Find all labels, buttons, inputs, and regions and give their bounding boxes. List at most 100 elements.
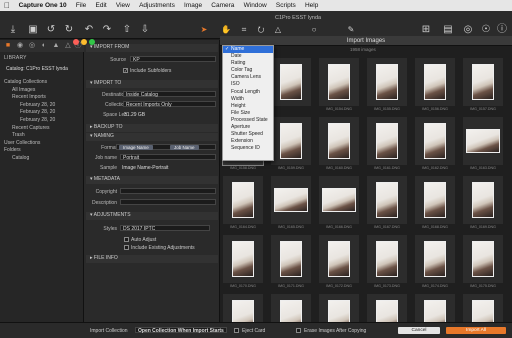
- sort-option[interactable]: ISO: [223, 81, 273, 88]
- job-name-input[interactable]: Portrait: [120, 154, 216, 161]
- library-tree-item[interactable]: User Collections: [0, 140, 84, 147]
- menu-adjustments[interactable]: Adjustments: [134, 2, 179, 9]
- apply-adjustments-icon[interactable]: ⇩: [139, 24, 151, 36]
- crop-icon[interactable]: ⌗: [238, 24, 250, 36]
- import-all-button[interactable]: Import All: [446, 327, 506, 334]
- menu-edit[interactable]: Edit: [91, 2, 111, 9]
- thumbnail[interactable]: IMG_0168.DNG: [415, 176, 455, 234]
- thumbnail[interactable]: IMG_0166.DNG: [319, 176, 359, 234]
- section-metadata[interactable]: ▾ METADATA: [86, 176, 218, 184]
- sort-option[interactable]: File Size: [223, 110, 273, 117]
- pan-icon[interactable]: ✋: [220, 24, 232, 36]
- viewer-icon[interactable]: ▤: [442, 24, 454, 36]
- sort-option[interactable]: Color Tag: [223, 67, 273, 74]
- collection-select[interactable]: Recent Imports Only: [123, 101, 216, 108]
- include-subfolders-checkbox[interactable]: ✓: [123, 68, 128, 73]
- auto-adjust-checkbox[interactable]: [124, 237, 129, 242]
- thumbnail[interactable]: IMG_0169.DNG: [463, 176, 503, 234]
- menu-file[interactable]: File: [71, 2, 91, 9]
- include-existing-checkbox[interactable]: [124, 245, 129, 250]
- library-tree-item[interactable]: February 28, 20: [0, 102, 84, 109]
- thumbnail[interactable]: IMG_0173.DNG: [367, 235, 407, 293]
- grid-icon[interactable]: ⊞: [420, 24, 432, 36]
- sort-option[interactable]: Aperture: [223, 124, 273, 131]
- format-token-image-name[interactable]: Image Name: [119, 145, 153, 150]
- rotate-icon[interactable]: ⭮: [255, 24, 267, 36]
- picker-icon[interactable]: ✎: [345, 24, 357, 36]
- close-window-icon[interactable]: [73, 39, 79, 45]
- format-token-job-name[interactable]: Job Name: [170, 145, 199, 150]
- import-collection-select[interactable]: Open Collection When Import Starts: [135, 327, 227, 334]
- sort-option[interactable]: Sequence ID: [223, 145, 273, 152]
- sort-option[interactable]: Extension: [223, 138, 273, 145]
- sort-option[interactable]: Date: [223, 53, 273, 60]
- source-select[interactable]: KP: [130, 56, 216, 63]
- thumbnail[interactable]: IMG_0175.DNG: [463, 235, 503, 293]
- apple-icon[interactable]: : [0, 1, 14, 10]
- capture-tab-icon[interactable]: ◉: [16, 42, 24, 50]
- minimize-window-icon[interactable]: [81, 39, 87, 45]
- import-icon[interactable]: ⤓: [7, 24, 19, 36]
- thumbnail[interactable]: IMG_0160.DNG: [319, 117, 359, 175]
- description-input[interactable]: [120, 199, 216, 205]
- section-adjustments[interactable]: ▾ ADJUSTMENTS: [86, 212, 218, 220]
- undo-icon[interactable]: ↶: [83, 24, 95, 36]
- redo-icon[interactable]: ↷: [101, 24, 113, 36]
- thumbnail[interactable]: IMG_0171.DNG: [271, 235, 311, 293]
- lens-tab-icon[interactable]: ◎: [28, 42, 36, 50]
- thumbnail[interactable]: IMG_0155.DNG: [367, 58, 407, 116]
- color-tab-icon[interactable]: ◐: [40, 42, 48, 50]
- thumbnail[interactable]: IMG_0159.DNG: [271, 117, 311, 175]
- library-tree-item[interactable]: Catalog Collections: [0, 79, 84, 86]
- library-tree-item[interactable]: Catalog: [0, 155, 84, 162]
- exposure-tab-icon[interactable]: ▲: [52, 42, 60, 50]
- sort-option[interactable]: ✓ Name: [223, 46, 273, 54]
- erase-images-checkbox[interactable]: [296, 328, 301, 333]
- rotate-right-icon[interactable]: ↻: [63, 24, 75, 36]
- library-tree-item[interactable]: Trash: [0, 132, 84, 139]
- thumbnail[interactable]: IMG_0167.DNG: [367, 176, 407, 234]
- sort-option[interactable]: Width: [223, 96, 273, 103]
- library-tree-item[interactable]: February 28, 20: [0, 109, 84, 116]
- rotate-left-icon[interactable]: ↺: [45, 24, 57, 36]
- section-file-info[interactable]: ▸ FILE INFO: [86, 255, 218, 263]
- thumbnail[interactable]: [271, 58, 311, 116]
- thumbnail[interactable]: IMG_0172.DNG: [319, 235, 359, 293]
- thumbnail[interactable]: IMG_0163.DNG: [463, 117, 503, 175]
- thumbnail[interactable]: IMG_0174.DNG: [415, 235, 455, 293]
- thumbnail[interactable]: IMG_0170.DNG: [223, 235, 263, 293]
- sort-option[interactable]: Processed State: [223, 117, 273, 124]
- menu-scripts[interactable]: Scripts: [271, 2, 300, 9]
- menu-image[interactable]: Image: [179, 2, 206, 9]
- section-import-from[interactable]: ▾ IMPORT FROM: [86, 44, 218, 52]
- library-tree-item[interactable]: Recent Imports: [0, 94, 84, 101]
- sort-option[interactable]: Focal Length: [223, 89, 273, 96]
- thumbnail[interactable]: IMG_0165.DNG: [271, 176, 311, 234]
- section-naming[interactable]: ▾ NAMING: [86, 133, 218, 141]
- thumbnail[interactable]: IMG_0164.DNG: [223, 176, 263, 234]
- library-tree-item[interactable]: Recent Captures: [0, 125, 84, 132]
- spot-icon[interactable]: ○: [308, 24, 320, 36]
- menu-camera[interactable]: Camera: [207, 2, 239, 9]
- styles-select[interactable]: DS 2017 IPTC: [120, 225, 210, 232]
- menu-window[interactable]: Window: [239, 2, 271, 9]
- cancel-button[interactable]: Cancel: [398, 327, 440, 334]
- thumbnail[interactable]: IMG_0154.DNG: [319, 58, 359, 116]
- proof-icon[interactable]: ☉: [480, 24, 492, 36]
- thumbnail[interactable]: IMG_0156.DNG: [415, 58, 455, 116]
- folder-tab-icon[interactable]: ■: [4, 42, 12, 50]
- exposure-icon[interactable]: ◎: [462, 24, 474, 36]
- zoom-window-icon[interactable]: [89, 39, 95, 45]
- section-backup-to[interactable]: ▸ BACKUP TO: [86, 124, 218, 132]
- sort-option[interactable]: Camera Lens: [223, 74, 273, 81]
- thumbnail[interactable]: IMG_0157.DNG: [463, 58, 503, 116]
- library-tree-item[interactable]: All Images: [0, 87, 84, 94]
- sort-option[interactable]: Height: [223, 103, 273, 110]
- cursor-icon[interactable]: ➤: [198, 24, 210, 36]
- camera-icon[interactable]: ▣: [27, 24, 39, 36]
- library-tree-item[interactable]: Folders: [0, 147, 84, 154]
- copy-adjustments-icon[interactable]: ⇧: [121, 24, 133, 36]
- menu-app[interactable]: Capture One 10: [14, 2, 71, 9]
- sort-option[interactable]: Shutter Speed: [223, 131, 273, 138]
- menu-help[interactable]: Help: [300, 2, 323, 9]
